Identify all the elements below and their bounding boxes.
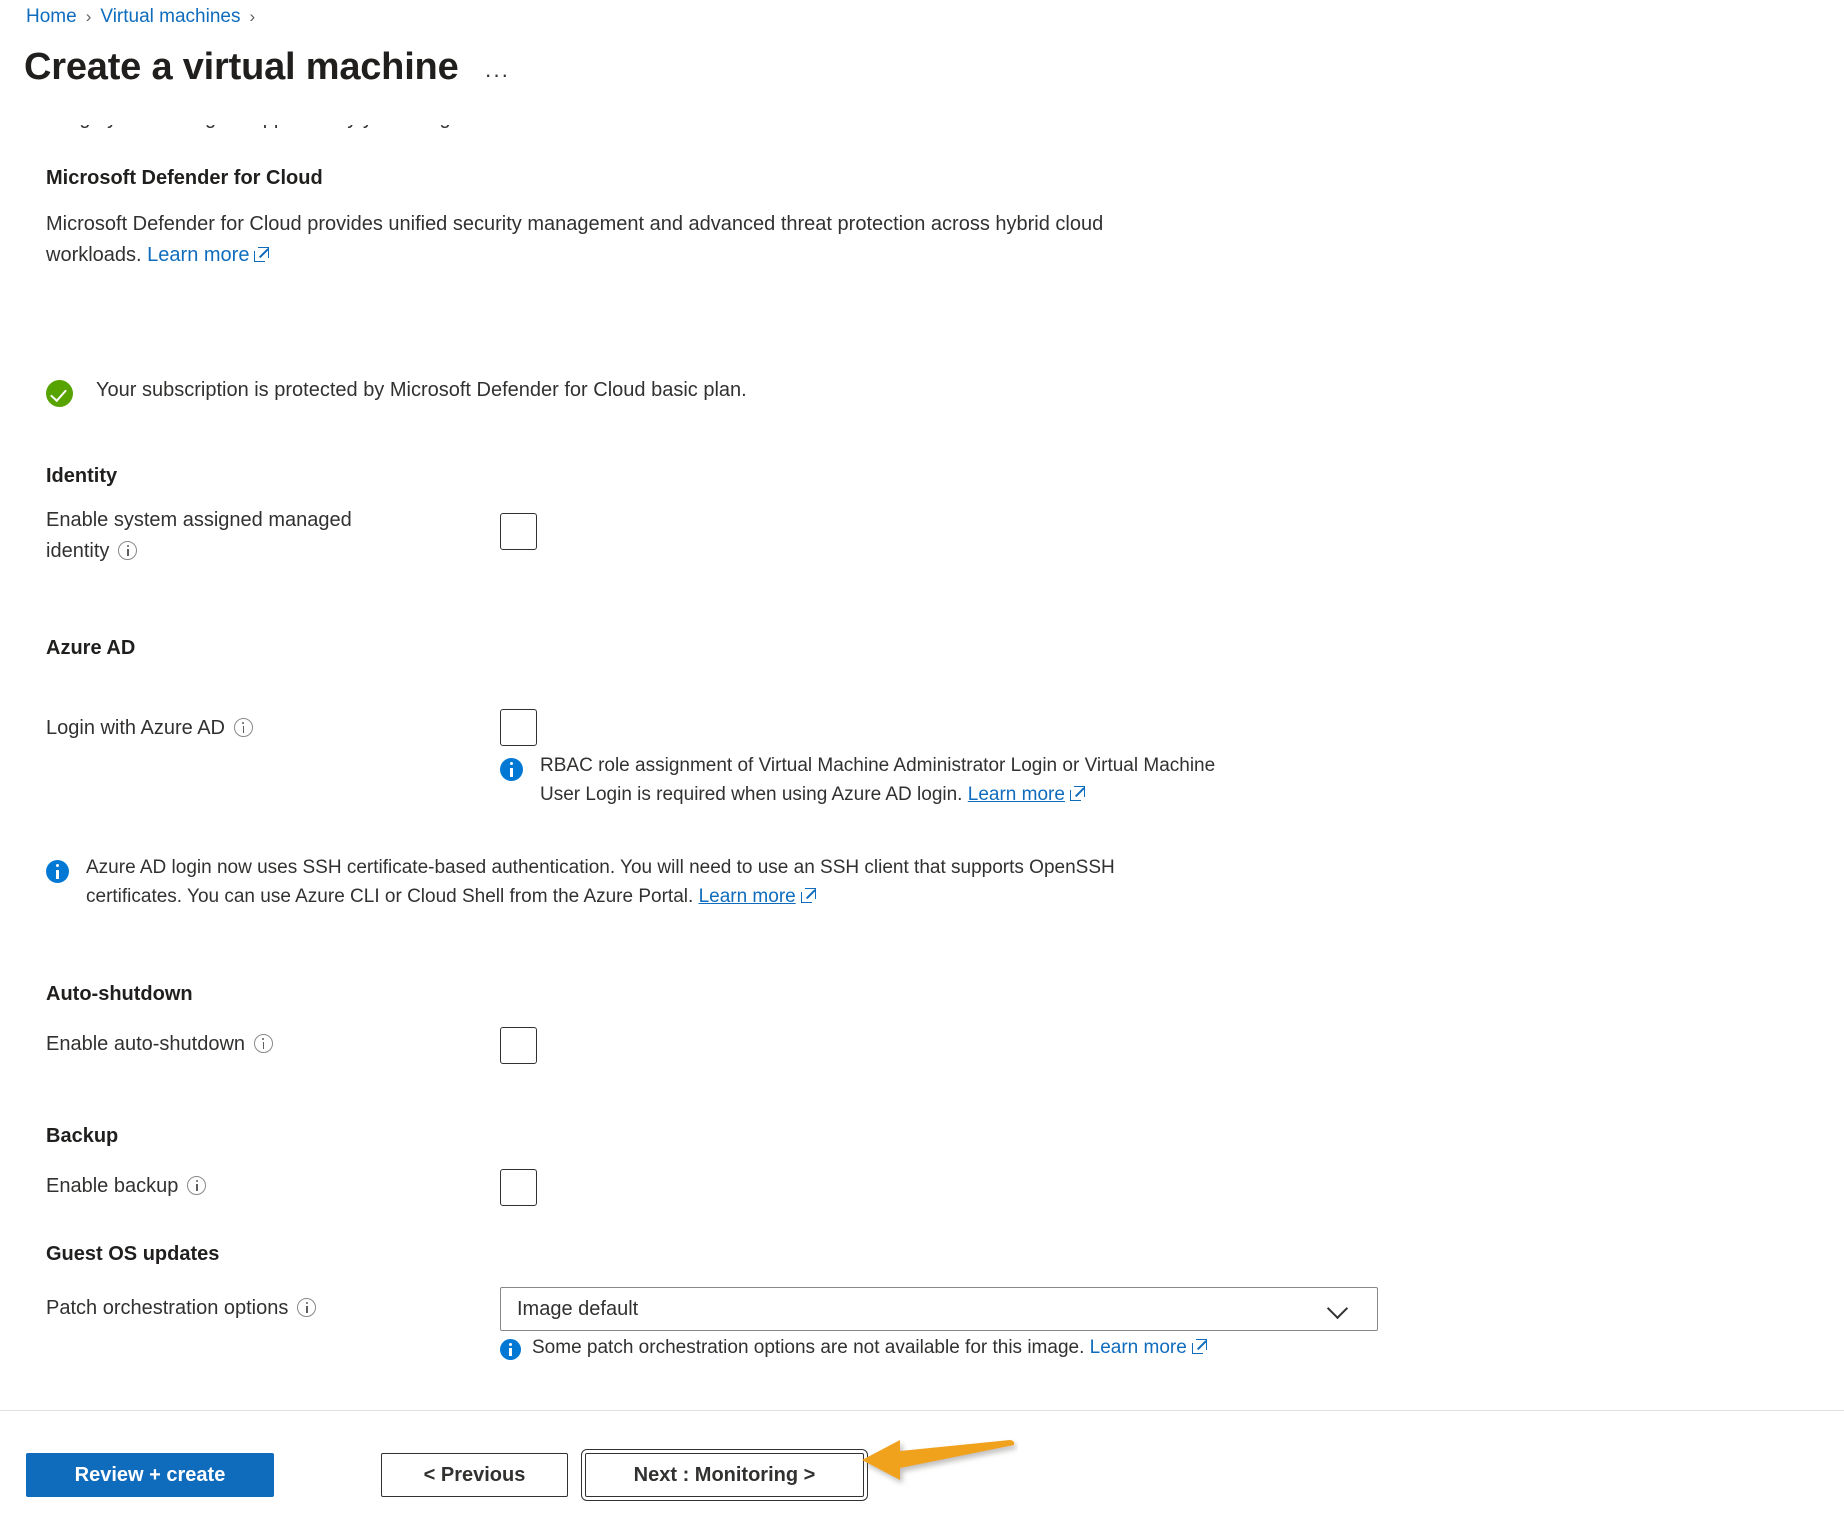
annotation-arrow-icon	[862, 1440, 1015, 1480]
rbac-learn-more-link[interactable]: Learn more	[968, 784, 1065, 805]
breadcrumb-separator-icon: ›	[249, 7, 256, 26]
section-heading-backup: Backup	[46, 1125, 119, 1147]
breadcrumb-item-home[interactable]: Home	[26, 4, 77, 30]
patch-orchestration-selected-value: Image default	[517, 1297, 639, 1320]
auto-shutdown-label-text: Enable auto-shutdown	[46, 1033, 246, 1055]
form-scroll-area[interactable]: Integrity monitoring is supported by you…	[0, 125, 1844, 1410]
section-heading-azure-ad: Azure AD	[46, 637, 136, 659]
identity-label-line1: Enable system assigned managed	[46, 509, 352, 531]
external-link-icon	[1191, 1339, 1207, 1354]
footer-divider	[0, 1410, 1844, 1411]
patch-orchestration-note: Some patch orchestration options are not…	[532, 1333, 1207, 1362]
ssh-learn-more-link[interactable]: Learn more	[699, 886, 796, 907]
defender-learn-more-link[interactable]: Learn more	[147, 244, 249, 266]
more-actions-icon[interactable]: ···	[485, 64, 510, 86]
patch-note-text: Some patch orchestration options are not…	[532, 1337, 1085, 1358]
info-icon	[500, 1339, 521, 1360]
enable-backup-checkbox[interactable]	[500, 1169, 537, 1206]
external-link-icon	[800, 888, 816, 903]
page-title: Create a virtual machine	[24, 46, 459, 88]
backup-checkbox-label: Enable backup	[46, 1171, 207, 1202]
previous-button[interactable]: < Previous	[381, 1453, 568, 1497]
patch-orchestration-label: Patch orchestration options	[46, 1293, 317, 1324]
info-tooltip-icon[interactable]	[234, 718, 253, 737]
info-tooltip-icon[interactable]	[118, 541, 138, 560]
defender-description-line1: Microsoft Defender for Cloud provides un…	[46, 213, 1104, 235]
patch-orchestration-label-text: Patch orchestration options	[46, 1297, 289, 1319]
rbac-note-line2: User Login is required when using Azure …	[540, 784, 963, 805]
ssh-note-line2: certificates. You can use Azure CLI or C…	[86, 886, 694, 907]
ssh-note-line1: Azure AD login now uses SSH certificate-…	[86, 857, 1115, 878]
rbac-note-line1: RBAC role assignment of Virtual Machine …	[540, 755, 1216, 776]
success-check-icon	[46, 380, 73, 407]
external-link-icon	[1069, 786, 1085, 801]
auto-shutdown-checkbox-label: Enable auto-shutdown	[46, 1029, 274, 1060]
clipped-previous-row: Integrity monitoring is supported by you…	[46, 125, 467, 130]
identity-label-line2: identity	[46, 540, 110, 562]
azure-ad-ssh-note: Azure AD login now uses SSH certificate-…	[86, 853, 1416, 911]
next-monitoring-button[interactable]: Next : Monitoring >	[581, 1449, 868, 1501]
enable-system-assigned-managed-identity-checkbox[interactable]	[500, 513, 537, 550]
info-icon	[500, 758, 523, 781]
defender-description: Microsoft Defender for Cloud provides un…	[46, 209, 1376, 271]
identity-checkbox-label: Enable system assigned managed identity	[46, 505, 466, 567]
page-title-row: Create a virtual machine ···	[24, 42, 510, 92]
enable-auto-shutdown-checkbox[interactable]	[500, 1027, 537, 1064]
section-heading-guest-os-updates: Guest OS updates	[46, 1243, 220, 1265]
section-heading-defender-for-cloud: Microsoft Defender for Cloud	[46, 167, 323, 189]
info-tooltip-icon[interactable]	[297, 1298, 317, 1317]
login-with-azure-ad-checkbox[interactable]	[500, 709, 537, 746]
defender-status-text: Your subscription is protected by Micros…	[96, 379, 747, 401]
info-tooltip-icon[interactable]	[254, 1034, 274, 1053]
breadcrumb: Home › Virtual machines ›	[26, 4, 264, 30]
patch-note-learn-more-link[interactable]: Learn more	[1090, 1337, 1187, 1358]
external-link-icon	[254, 247, 270, 262]
info-icon	[46, 860, 69, 883]
patch-orchestration-options-dropdown[interactable]: Image default	[500, 1287, 1378, 1331]
backup-label-text: Enable backup	[46, 1175, 179, 1197]
breadcrumb-item-virtual-machines[interactable]: Virtual machines	[100, 4, 240, 30]
defender-description-line2: workloads.	[46, 244, 142, 266]
azure-ad-rbac-note: RBAC role assignment of Virtual Machine …	[540, 751, 1440, 809]
info-tooltip-icon[interactable]	[187, 1176, 207, 1195]
section-heading-identity: Identity	[46, 465, 118, 487]
azure-ad-checkbox-label: Login with Azure AD	[46, 713, 253, 744]
breadcrumb-separator-icon: ›	[85, 7, 92, 26]
chevron-down-icon	[1329, 1300, 1347, 1318]
azure-ad-label-text: Login with Azure AD	[46, 717, 225, 739]
section-heading-auto-shutdown: Auto-shutdown	[46, 983, 193, 1005]
review-create-button[interactable]: Review + create	[26, 1453, 274, 1497]
